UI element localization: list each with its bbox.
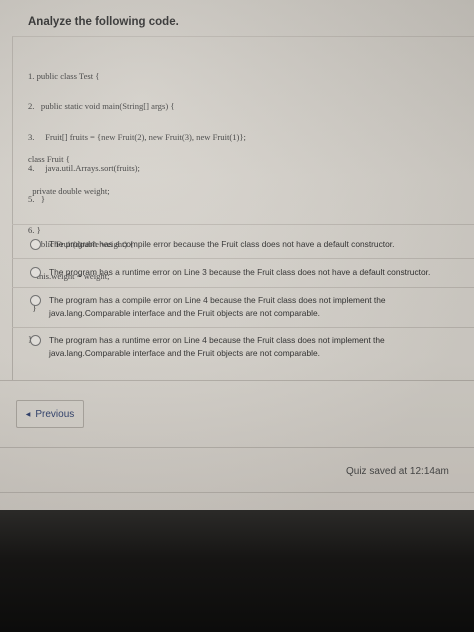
section-separator bbox=[0, 492, 474, 493]
radio-button[interactable] bbox=[30, 295, 41, 306]
answer-option-3[interactable]: The program has a compile error on Line … bbox=[30, 294, 439, 320]
answer-option-text: The program has a runtime error on Line … bbox=[49, 335, 385, 358]
question-title: Analyze the following code. bbox=[28, 16, 179, 28]
answer-option-text: The program has a compile error because … bbox=[49, 239, 395, 249]
answer-option-4[interactable]: The program has a runtime error on Line … bbox=[30, 334, 439, 360]
code-line: private double weight; bbox=[28, 185, 110, 196]
monitor-bezel bbox=[0, 510, 474, 632]
code-line: 2. public static void main(String[] args… bbox=[28, 101, 175, 112]
section-separator bbox=[0, 380, 474, 381]
previous-button[interactable]: ◀ Previous bbox=[16, 400, 84, 428]
code-line: class Fruit { bbox=[28, 154, 70, 165]
divider bbox=[12, 327, 474, 328]
screen: Analyze the following code. 1. public cl… bbox=[0, 0, 474, 510]
previous-button-label: Previous bbox=[35, 408, 75, 420]
divider bbox=[12, 258, 474, 259]
answer-option-2[interactable]: The program has a runtime error on Line … bbox=[30, 266, 474, 279]
radio-button[interactable] bbox=[30, 239, 41, 250]
answer-option-text: The program has a runtime error on Line … bbox=[49, 267, 431, 277]
divider bbox=[12, 224, 474, 225]
answer-option-1[interactable]: The program has a compile error because … bbox=[30, 238, 474, 251]
quiz-saved-status: Quiz saved at 12:14am bbox=[346, 466, 449, 477]
triangle-left-icon: ◀ bbox=[25, 411, 31, 418]
answer-option-text: The program has a compile error on Line … bbox=[49, 295, 386, 318]
divider bbox=[12, 287, 474, 288]
radio-button[interactable] bbox=[30, 267, 41, 278]
section-separator bbox=[0, 447, 474, 448]
radio-button[interactable] bbox=[30, 335, 41, 346]
code-line: 1. public class Test { bbox=[28, 70, 100, 81]
